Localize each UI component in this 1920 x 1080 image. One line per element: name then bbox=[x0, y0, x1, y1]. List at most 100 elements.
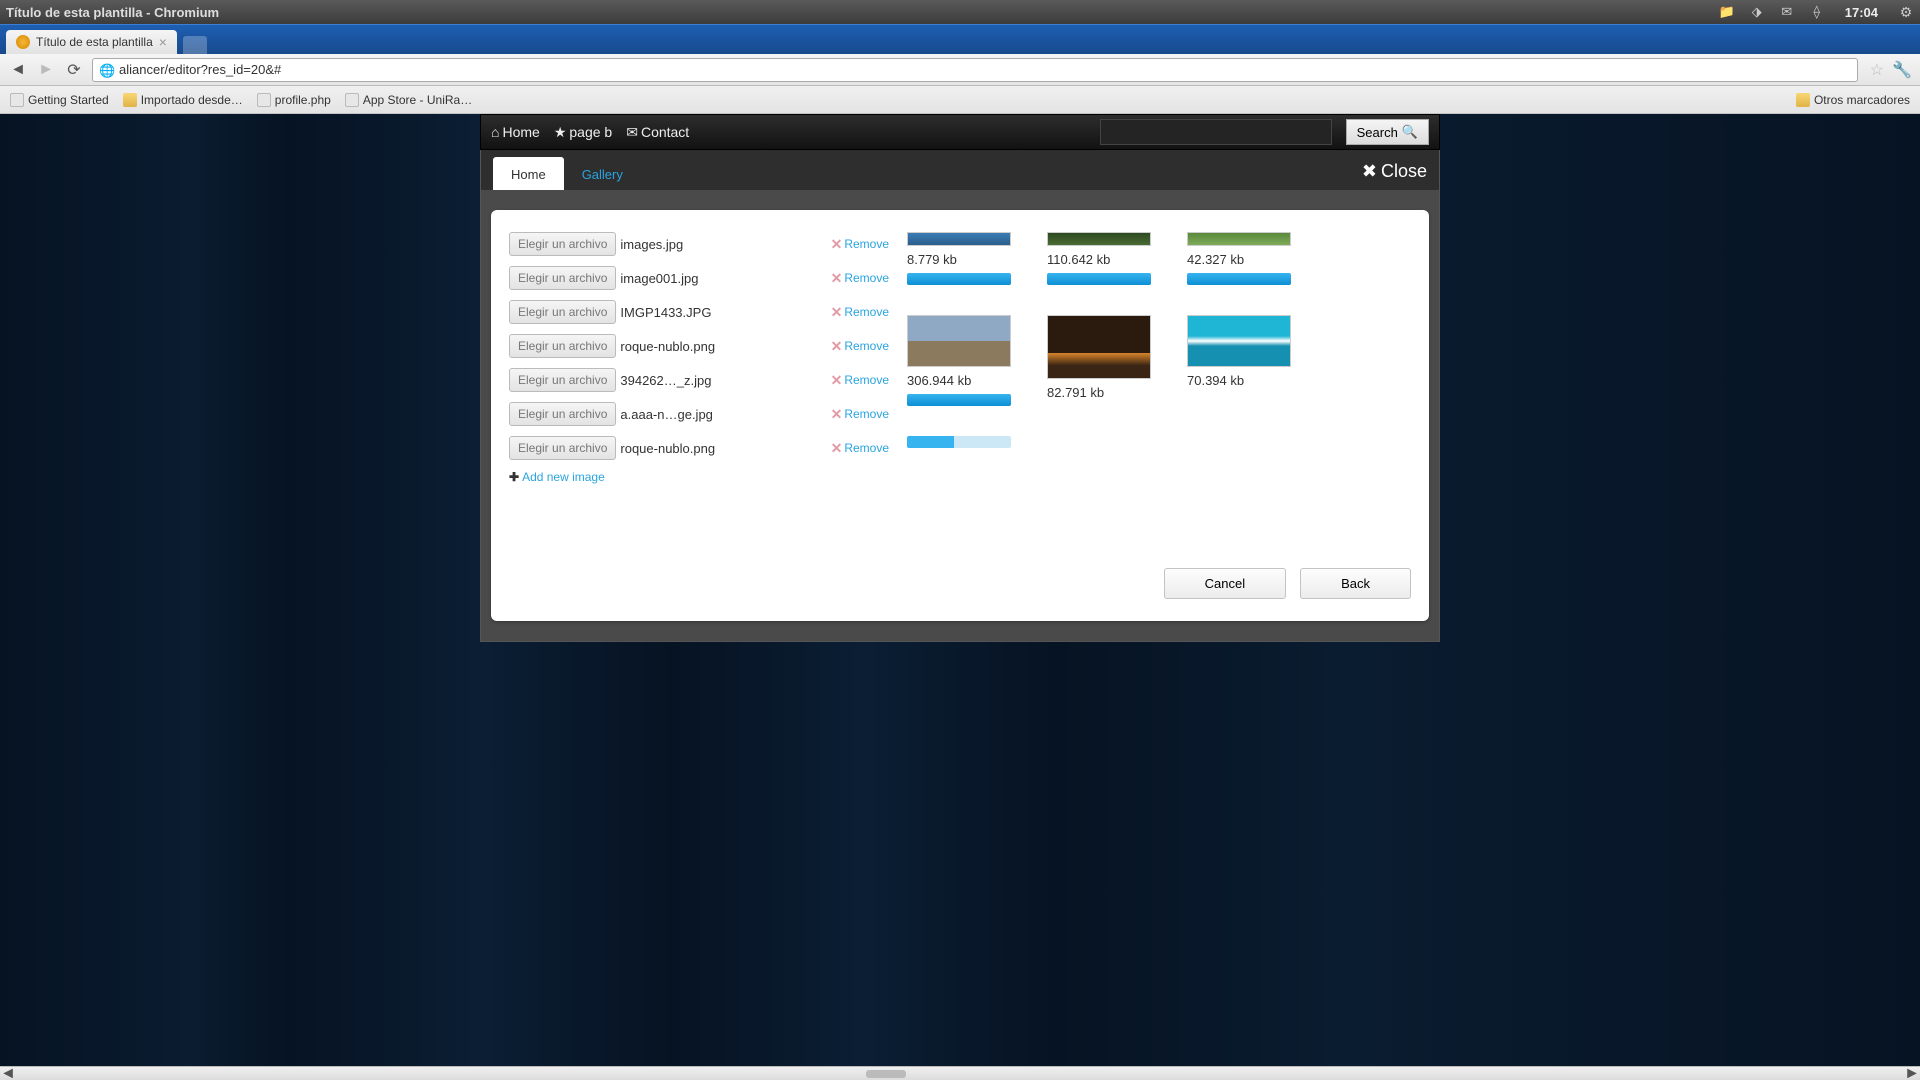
thumbnail-image[interactable] bbox=[1187, 315, 1291, 367]
file-name: a.aaa-n…ge.jpg bbox=[620, 407, 826, 422]
bookmark-profile[interactable]: profile.php bbox=[257, 93, 331, 107]
favicon-icon bbox=[16, 35, 30, 49]
nav-pageb[interactable]: ★page b bbox=[554, 124, 612, 141]
choose-file-button[interactable]: Elegir un archivo bbox=[509, 266, 616, 290]
thumb-cell: 82.791 kb bbox=[1047, 315, 1157, 406]
file-name: image001.jpg bbox=[620, 271, 826, 286]
thumb-cell: 306.944 kb bbox=[907, 315, 1017, 406]
choose-file-button[interactable]: Elegir un archivo bbox=[509, 334, 616, 358]
cancel-button[interactable]: Cancel bbox=[1164, 568, 1286, 599]
thumbnail-image[interactable] bbox=[1187, 232, 1291, 246]
remove-button[interactable]: ✕Remove bbox=[831, 270, 889, 287]
tab-title: Título de esta plantilla bbox=[36, 35, 153, 49]
thumb-cell: 42.327 kb bbox=[1187, 232, 1297, 285]
file-row: Elegir un archivo image001.jpg ✕Remove bbox=[509, 266, 889, 290]
tab-home[interactable]: Home bbox=[493, 157, 564, 190]
remove-button[interactable]: ✕Remove bbox=[831, 406, 889, 423]
file-size: 110.642 kb bbox=[1047, 252, 1157, 267]
browser-window: Título de esta plantilla × ◄ ► ⟳ 🌐 alian… bbox=[0, 24, 1920, 1080]
window-title: Título de esta plantilla - Chromium bbox=[6, 5, 219, 20]
thumbnail-grid[interactable]: 8.779 kb 110.642 kb bbox=[907, 232, 1411, 552]
file-row: Elegir un archivo IMGP1433.JPG ✕Remove bbox=[509, 300, 889, 324]
x-icon: ✕ bbox=[831, 406, 843, 423]
bookmark-appstore[interactable]: App Store - UniRa… bbox=[345, 93, 472, 107]
remove-button[interactable]: ✕Remove bbox=[831, 372, 889, 389]
network-icon[interactable]: ⟠ bbox=[1809, 4, 1825, 20]
scroll-left-icon[interactable]: ◄ bbox=[0, 1068, 16, 1080]
bookmarks-bar: Getting Started Importado desde… profile… bbox=[0, 86, 1920, 114]
file-name: roque-nublo.png bbox=[620, 441, 826, 456]
bookmark-getting-started[interactable]: Getting Started bbox=[10, 93, 109, 107]
other-bookmarks[interactable]: Otros marcadores bbox=[1796, 93, 1910, 107]
thumbnail-image[interactable] bbox=[907, 315, 1011, 367]
bookmark-importado[interactable]: Importado desde… bbox=[123, 93, 243, 107]
remove-button[interactable]: ✕Remove bbox=[831, 338, 889, 355]
choose-file-button[interactable]: Elegir un archivo bbox=[509, 402, 616, 426]
remove-button[interactable]: ✕Remove bbox=[831, 236, 889, 253]
page-icon bbox=[345, 93, 359, 107]
file-size: 8.779 kb bbox=[907, 252, 1017, 267]
thumbnail-image[interactable] bbox=[1047, 315, 1151, 379]
choose-file-button[interactable]: Elegir un archivo bbox=[509, 300, 616, 324]
thumbnail-image[interactable] bbox=[907, 232, 1011, 246]
x-icon: ✕ bbox=[831, 304, 843, 321]
file-size: 42.327 kb bbox=[1187, 252, 1297, 267]
star-icon: ★ bbox=[554, 124, 567, 141]
remove-button[interactable]: ✕Remove bbox=[831, 440, 889, 457]
browser-tab[interactable]: Título de esta plantilla × bbox=[6, 30, 177, 54]
tab-close-icon[interactable]: × bbox=[159, 34, 167, 50]
forward-button: ► bbox=[36, 60, 56, 80]
page-viewport: ⌂Home ★page b ✉Contact Search🔍 Home Gall… bbox=[0, 114, 1920, 1080]
os-menu-bar: Título de esta plantilla - Chromium 📁 ⬗ … bbox=[0, 0, 1920, 24]
dropbox-icon[interactable]: ⬗ bbox=[1749, 4, 1765, 20]
clock[interactable]: 17:04 bbox=[1845, 5, 1878, 20]
scroll-thumb[interactable] bbox=[866, 1070, 906, 1078]
tab-gallery[interactable]: Gallery bbox=[564, 157, 641, 190]
choose-file-button[interactable]: Elegir un archivo bbox=[509, 436, 616, 460]
thumb-cell: 110.642 kb bbox=[1047, 232, 1157, 285]
wrench-menu-icon[interactable]: 🔧 bbox=[1892, 60, 1912, 80]
home-icon: ⌂ bbox=[491, 124, 499, 140]
file-size: 306.944 kb bbox=[907, 373, 1017, 388]
scroll-track[interactable] bbox=[16, 1069, 1904, 1079]
page-icon bbox=[257, 93, 271, 107]
file-name: 394262…_z.jpg bbox=[620, 373, 826, 388]
page-icon bbox=[10, 93, 24, 107]
remove-button[interactable]: ✕Remove bbox=[831, 304, 889, 321]
back-button[interactable]: Back bbox=[1300, 568, 1411, 599]
choose-file-button[interactable]: Elegir un archivo bbox=[509, 232, 616, 256]
thumb-cell bbox=[907, 436, 1017, 448]
search-button[interactable]: Search🔍 bbox=[1346, 119, 1429, 145]
nav-contact[interactable]: ✉Contact bbox=[626, 124, 689, 141]
close-icon: ✖ bbox=[1362, 161, 1377, 182]
search-input[interactable] bbox=[1101, 125, 1331, 140]
plus-icon: ✚ bbox=[509, 470, 519, 484]
choose-file-button[interactable]: Elegir un archivo bbox=[509, 368, 616, 392]
horizontal-scrollbar[interactable]: ◄ ► bbox=[0, 1066, 1920, 1080]
site-navbar: ⌂Home ★page b ✉Contact Search🔍 bbox=[480, 114, 1440, 150]
thumbnail-image[interactable] bbox=[1047, 232, 1151, 246]
bookmark-star-icon[interactable]: ☆ bbox=[1870, 60, 1884, 80]
add-new-image-link[interactable]: ✚ Add new image bbox=[509, 470, 889, 484]
url-input[interactable]: 🌐 aliancer/editor?res_id=20&# bbox=[92, 58, 1858, 82]
folder-icon bbox=[1796, 93, 1810, 107]
file-list[interactable]: Elegir un archivo images.jpg ✕Remove Ele… bbox=[509, 232, 889, 502]
file-name: IMGP1433.JPG bbox=[620, 305, 826, 320]
url-text: aliancer/editor?res_id=20&# bbox=[119, 62, 281, 77]
mail-icon[interactable]: ✉ bbox=[1779, 4, 1795, 20]
new-tab-button[interactable] bbox=[183, 36, 207, 54]
settings-gear-icon[interactable]: ⚙ bbox=[1898, 4, 1914, 20]
x-icon: ✕ bbox=[831, 372, 843, 389]
folder-icon bbox=[123, 93, 137, 107]
search-box bbox=[1100, 119, 1332, 145]
close-button[interactable]: ✖ Close bbox=[1362, 161, 1427, 190]
nav-home[interactable]: ⌂Home bbox=[491, 124, 540, 140]
reload-button[interactable]: ⟳ bbox=[64, 60, 84, 80]
scroll-right-icon[interactable]: ► bbox=[1904, 1068, 1920, 1080]
file-row: Elegir un archivo 394262…_z.jpg ✕Remove bbox=[509, 368, 889, 392]
page-content: ⌂Home ★page b ✉Contact Search🔍 Home Gall… bbox=[480, 114, 1440, 642]
files-icon[interactable]: 📁 bbox=[1719, 4, 1735, 20]
file-name: roque-nublo.png bbox=[620, 339, 826, 354]
x-icon: ✕ bbox=[831, 338, 843, 355]
back-button[interactable]: ◄ bbox=[8, 60, 28, 80]
